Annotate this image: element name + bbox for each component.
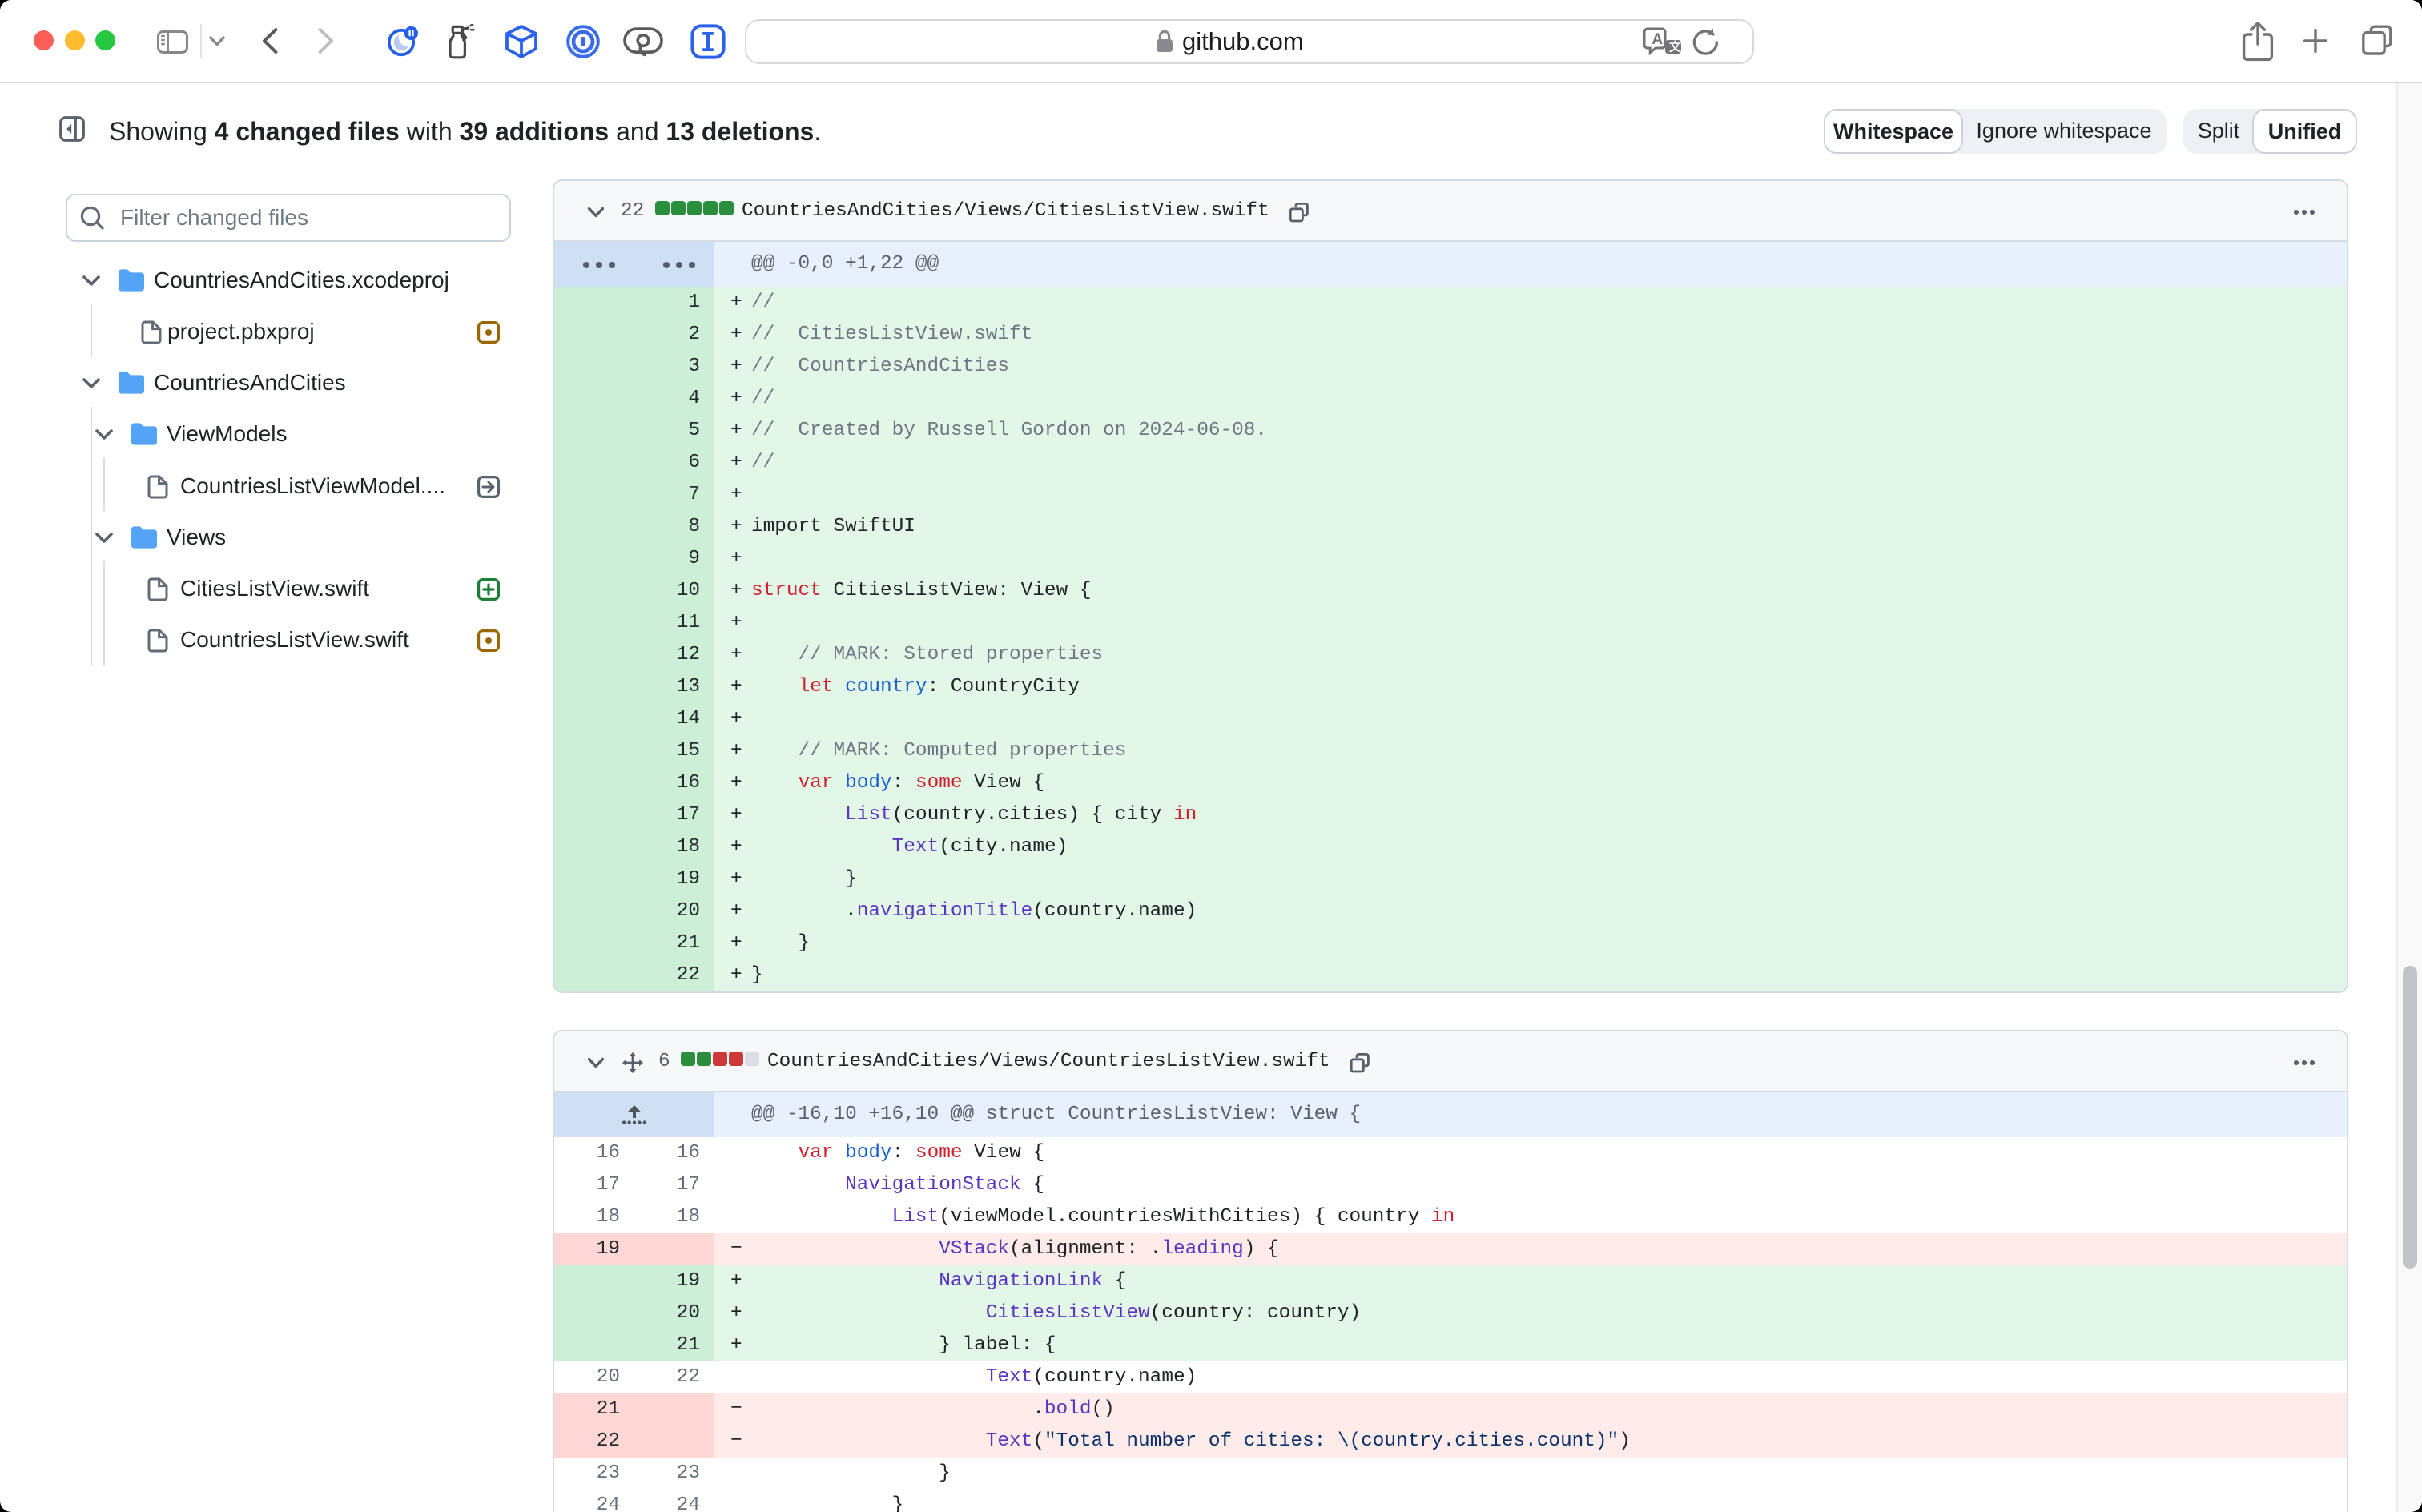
svg-text:A: A (1652, 31, 1663, 48)
svg-text:文: 文 (1669, 40, 1682, 54)
